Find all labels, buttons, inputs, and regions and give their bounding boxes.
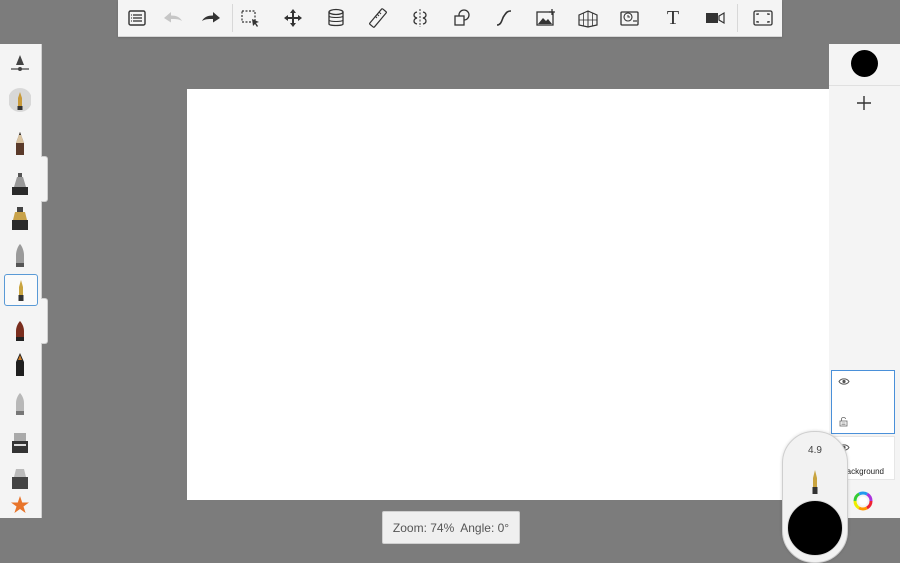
color-wheel-icon[interactable] bbox=[853, 491, 873, 511]
add-image-icon[interactable] bbox=[531, 4, 561, 32]
brush-puck[interactable]: 4.9 bbox=[782, 431, 848, 563]
zoom-level: Zoom: 74% bbox=[392, 520, 455, 535]
brush-pen-round-icon[interactable] bbox=[4, 85, 36, 115]
rotation-angle: Angle: 0° bbox=[460, 520, 510, 535]
brush-flat-marker-icon[interactable] bbox=[4, 426, 36, 456]
symmetry-icon[interactable] bbox=[405, 4, 435, 32]
layer-item-selected[interactable] bbox=[831, 370, 895, 434]
transform-move-icon[interactable] bbox=[278, 4, 308, 32]
fullscreen-icon[interactable] bbox=[748, 4, 778, 32]
menu-list-icon[interactable] bbox=[122, 4, 152, 32]
visibility-eye-icon[interactable] bbox=[838, 377, 850, 386]
panel-divider bbox=[829, 85, 900, 86]
text-tool-glyph: T bbox=[666, 6, 680, 29]
brush-paintbrush-icon[interactable] bbox=[4, 314, 36, 344]
palette-handle-top[interactable] bbox=[41, 156, 48, 202]
palette-handle-bottom[interactable] bbox=[41, 298, 48, 344]
shapes-icon[interactable] bbox=[447, 4, 477, 32]
zoom-angle-indicator: Zoom: 74% Angle: 0° bbox=[382, 511, 520, 544]
brush-size-value: 4.9 bbox=[808, 445, 822, 456]
brush-felt-pen-icon[interactable] bbox=[4, 349, 36, 379]
brush-ink-wide-icon[interactable] bbox=[4, 203, 36, 233]
current-brush-icon bbox=[812, 470, 818, 494]
drawing-canvas[interactable] bbox=[187, 89, 829, 500]
brush-texture-icon[interactable] bbox=[4, 462, 36, 492]
text-icon[interactable]: T bbox=[658, 4, 688, 32]
puck-color-swatch[interactable] bbox=[787, 500, 843, 556]
favorites-star-icon[interactable] bbox=[4, 490, 36, 520]
plus-icon bbox=[857, 96, 871, 110]
toolbar-separator bbox=[737, 4, 738, 32]
toolbar-separator bbox=[232, 4, 233, 32]
selection-icon[interactable] bbox=[235, 4, 265, 32]
brush-eraser-soft-icon[interactable] bbox=[4, 388, 36, 418]
undo-icon[interactable] bbox=[158, 4, 188, 32]
brush-ballpoint-selected-icon[interactable] bbox=[4, 274, 38, 306]
brush-airbrush-icon[interactable] bbox=[4, 240, 36, 270]
current-color-swatch[interactable] bbox=[851, 50, 878, 77]
redo-icon[interactable] bbox=[196, 4, 226, 32]
video-record-icon[interactable] bbox=[700, 4, 730, 32]
brush-settings-slider-icon[interactable] bbox=[4, 48, 36, 78]
curve-icon[interactable] bbox=[489, 4, 519, 32]
ruler-icon[interactable] bbox=[363, 4, 393, 32]
brush-palette bbox=[0, 44, 42, 518]
add-layer-button[interactable] bbox=[849, 90, 879, 116]
top-toolbar: T bbox=[118, 0, 782, 37]
perspective-grid-icon[interactable] bbox=[573, 4, 603, 32]
brush-pencil-icon[interactable] bbox=[4, 128, 36, 158]
time-lapse-icon[interactable] bbox=[615, 4, 645, 32]
layer-settings-icon[interactable] bbox=[839, 416, 848, 427]
brush-marker-chisel-icon[interactable] bbox=[4, 168, 36, 198]
layer-stack-icon[interactable] bbox=[321, 4, 351, 32]
